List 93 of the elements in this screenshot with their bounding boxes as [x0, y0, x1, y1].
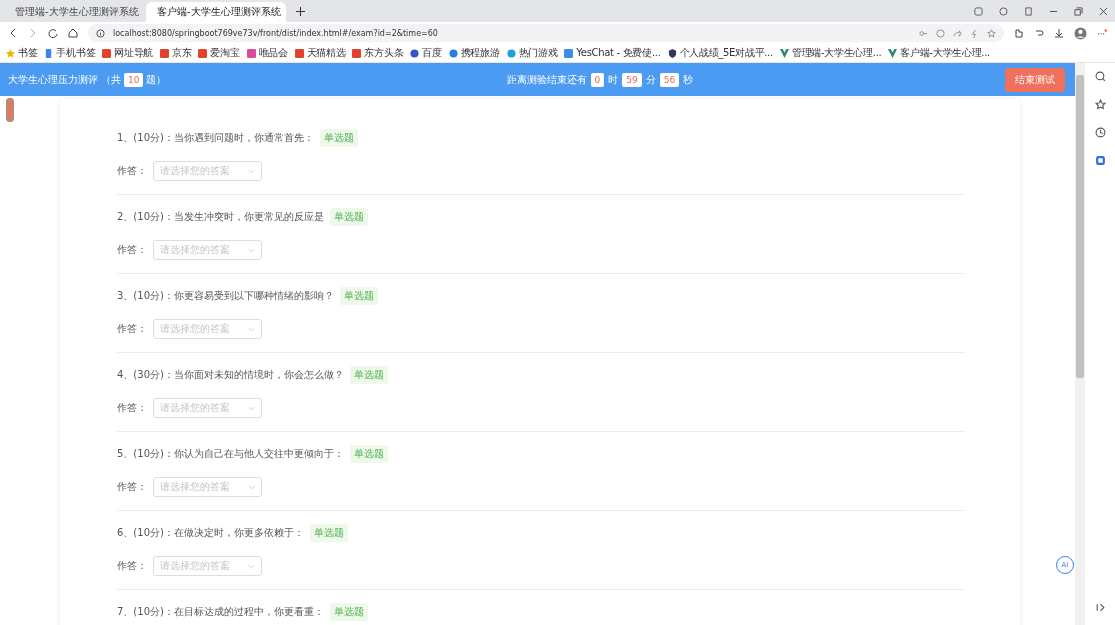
- profile-icon[interactable]: [1074, 26, 1087, 40]
- share-icon[interactable]: [953, 28, 962, 38]
- history-icon[interactable]: [1094, 127, 1106, 138]
- countdown-label: 距离测验结束还有: [506, 72, 587, 87]
- star-icon[interactable]: [1094, 99, 1106, 110]
- drag-handle[interactable]: [6, 98, 14, 122]
- scrollbar[interactable]: [1075, 63, 1085, 625]
- question-text: 5、(10分)：你认为自己在与他人交往中更倾向于：: [117, 447, 344, 461]
- question-type-tag: 单选题: [329, 603, 368, 621]
- answer-label: 作答：: [117, 480, 147, 494]
- close-icon[interactable]: [1099, 7, 1108, 16]
- restore-icon[interactable]: [1074, 7, 1083, 16]
- page-title: 大学生心理压力测评: [8, 72, 98, 87]
- answer-label: 作答：: [117, 164, 147, 178]
- star-icon[interactable]: [987, 28, 996, 38]
- bookmark[interactable]: 百度: [410, 46, 442, 60]
- undo-icon[interactable]: [1034, 28, 1044, 38]
- time-unit: 分: [645, 72, 656, 87]
- question-type-tag: 单选题: [349, 445, 388, 463]
- extensions-icon[interactable]: [1014, 28, 1024, 38]
- bookmark-icon: [6, 48, 15, 58]
- question-type-tag: 单选题: [319, 129, 358, 147]
- address-field[interactable]: localhost:8080/springboot769ve73v/front/dist/index.html#/exam?id=2&time=60: [88, 24, 1004, 42]
- question-text: 2、(10分)：当发生冲突时，你更常见的反应是: [117, 210, 324, 224]
- bookmark-icon: [246, 48, 256, 58]
- bookmark-icon: [564, 48, 574, 58]
- total-label: （共: [101, 72, 121, 87]
- question-text: 7、(10分)：在目标达成的过程中，你更看重：: [117, 605, 324, 619]
- time-unit: 时: [608, 72, 619, 87]
- bookmark[interactable]: 网址导航: [102, 46, 154, 60]
- lightning-icon[interactable]: [970, 28, 979, 38]
- question-count: 10: [124, 72, 144, 87]
- question-text: 1、(10分)：当你遇到问题时，你通常首先：: [117, 131, 314, 145]
- sidebar-toggle-icon[interactable]: [1094, 602, 1106, 613]
- bookmark[interactable]: 热门游戏: [506, 46, 558, 60]
- bookmark[interactable]: 爱淘宝: [198, 46, 240, 60]
- key-icon[interactable]: [919, 28, 928, 38]
- caret-icon: [248, 563, 255, 569]
- bookmark[interactable]: 书签: [6, 46, 38, 60]
- app-icon[interactable]: [1094, 155, 1106, 166]
- bookmark[interactable]: 唯品会: [246, 46, 288, 60]
- bookmark-icon: [410, 48, 420, 58]
- question-type-tag: 单选题: [329, 208, 368, 226]
- reload-icon[interactable]: [48, 28, 58, 38]
- answer-label: 作答：: [117, 322, 147, 336]
- browser-tab[interactable]: 客户端-大学生心理测评系统: [146, 2, 286, 22]
- bookmark[interactable]: 天猫精选: [294, 46, 346, 60]
- bookmark[interactable]: 携程旅游: [448, 46, 500, 60]
- caret-icon: [248, 405, 255, 411]
- time-unit: 秒: [683, 72, 694, 87]
- total-label: 题）: [146, 72, 167, 87]
- new-tab-icon[interactable]: [296, 7, 305, 16]
- bookmark[interactable]: 管理端-大学生心理...: [779, 46, 882, 60]
- answer-label: 作答：: [117, 401, 147, 415]
- bookmark[interactable]: 手机书签: [44, 46, 96, 60]
- question-type-tag: 单选题: [349, 366, 388, 384]
- info-icon: [96, 28, 105, 38]
- question-type-tag: 单选题: [339, 287, 378, 305]
- hours-value: 0: [590, 72, 605, 87]
- caret-icon: [248, 168, 255, 174]
- bookmark[interactable]: 京东: [160, 46, 192, 60]
- search-icon[interactable]: [1094, 71, 1106, 82]
- bookmark-icon: [667, 48, 677, 58]
- answer-label: 作答：: [117, 559, 147, 573]
- question-type-tag: 单选题: [309, 524, 348, 542]
- browser-tab[interactable]: 管理端-大学生心理测评系统: [4, 2, 144, 22]
- bookmark-icon: [448, 48, 458, 58]
- back-icon[interactable]: [8, 28, 18, 38]
- bookmark-icon: [352, 48, 362, 58]
- download-icon[interactable]: [1054, 28, 1064, 38]
- question-text: 6、(10分)：在做决定时，你更多依赖于：: [117, 526, 304, 540]
- bookmark-icon: [102, 48, 112, 58]
- caret-icon: [248, 247, 255, 253]
- answer-label: 作答：: [117, 243, 147, 257]
- bookmark-icon: [779, 48, 789, 58]
- question-text: 3、(10分)：你更容易受到以下哪种情绪的影响？: [117, 289, 334, 303]
- home-icon[interactable]: [68, 28, 78, 38]
- bookmark-icon: [44, 48, 54, 58]
- caret-icon: [248, 326, 255, 332]
- bookmark[interactable]: 客户端-大学生心理...: [888, 46, 990, 60]
- bookmark-icon: [294, 48, 304, 58]
- bookmark-icon: [160, 48, 170, 58]
- bookmark-icon: [506, 48, 516, 58]
- bookmark-icon: [888, 48, 898, 58]
- seconds-value: 56: [659, 72, 680, 87]
- forward-icon[interactable]: [28, 28, 38, 38]
- question-text: 4、(30分)：当你面对未知的情境时，你会怎么做？: [117, 368, 344, 382]
- bookmark[interactable]: 东方头条: [352, 46, 404, 60]
- bookmark-icon: [198, 48, 208, 58]
- caret-icon: [248, 484, 255, 490]
- bookmark[interactable]: 个人战绩_5E对战平...: [667, 46, 773, 60]
- bookmark[interactable]: YesChat - 免费使...: [564, 46, 661, 60]
- minutes-value: 59: [622, 72, 642, 87]
